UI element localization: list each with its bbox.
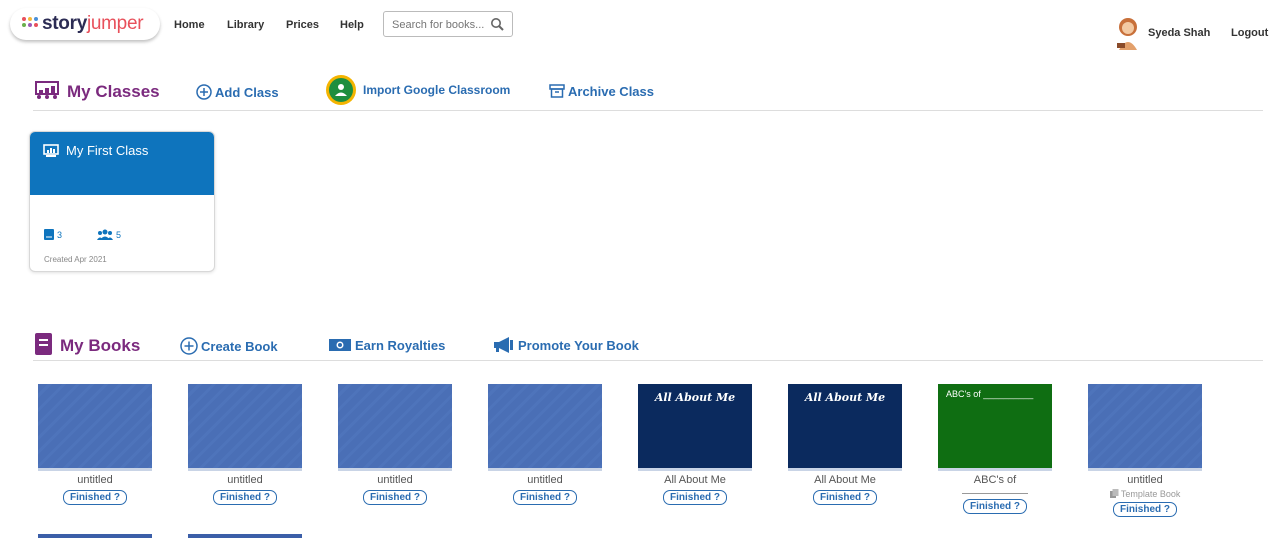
class-students-count: 5 <box>116 229 122 240</box>
class-card-header: My First Class <box>30 132 214 195</box>
template-book-label: Template Book <box>1088 489 1202 499</box>
my-classes-title: My Classes <box>67 82 160 101</box>
book-cover[interactable] <box>1088 384 1202 471</box>
archive-class-label: Archive Class <box>568 83 654 99</box>
classes-icon <box>35 81 59 99</box>
book-item: ABC's of __________ ABC's of Finished ? <box>938 384 1052 514</box>
finished-status-button[interactable]: Finished ? <box>1113 502 1177 517</box>
finished-status-button[interactable]: Finished ? <box>63 490 127 505</box>
books-divider <box>33 360 1263 361</box>
title-underline <box>962 493 1028 494</box>
add-class-button[interactable]: Add Class <box>196 84 279 100</box>
book-cover-next-row[interactable] <box>188 534 302 538</box>
class-books-stat: 3 <box>44 229 62 240</box>
book-item: untitled Finished ? <box>188 384 302 505</box>
class-created-date: Created Apr 2021 <box>44 255 107 264</box>
user-name[interactable]: Syeda Shah <box>1148 27 1210 39</box>
book-title: untitled <box>1127 474 1163 486</box>
nav-library[interactable]: Library <box>227 19 264 31</box>
book-cover[interactable]: All About Me <box>638 384 752 471</box>
cover-title: ABC's of __________ <box>946 389 1034 399</box>
book-icon <box>44 229 54 240</box>
book-cover[interactable] <box>338 384 452 471</box>
book-title: untitled <box>227 474 263 486</box>
archive-icon <box>549 84 565 98</box>
book-title: All About Me <box>664 474 726 486</box>
add-class-label: Add Class <box>215 84 279 100</box>
book-title: ABC's of <box>973 474 1017 486</box>
book-item: untitled Finished ? <box>38 384 152 505</box>
book-cover[interactable] <box>188 384 302 471</box>
book-cover[interactable]: All About Me <box>788 384 902 471</box>
storyjumper-logo[interactable]: storyjumper <box>10 8 160 40</box>
promote-book-button[interactable]: Promote Your Book <box>493 337 639 353</box>
book-cover[interactable]: ABC's of __________ <box>938 384 1052 471</box>
book-title: untitled <box>377 474 413 486</box>
create-book-button[interactable]: Create Book <box>180 337 278 355</box>
search-input[interactable] <box>390 16 489 34</box>
logout-link[interactable]: Logout <box>1231 27 1268 39</box>
google-classroom-icon <box>326 75 356 105</box>
import-google-label: Import Google Classroom <box>363 83 511 97</box>
finished-status-button[interactable]: Finished ? <box>813 490 877 505</box>
my-books-title: My Books <box>60 336 141 355</box>
class-books-count: 3 <box>57 229 63 240</box>
cover-title: All About Me <box>654 391 736 404</box>
finished-status-button[interactable]: Finished ? <box>963 499 1027 514</box>
money-icon <box>329 339 351 351</box>
class-card[interactable]: My First Class 3 5 Created Apr 2021 <box>29 131 215 272</box>
class-name: My First Class <box>66 143 149 158</box>
class-board-icon <box>43 144 59 157</box>
search-icon[interactable] <box>490 17 504 31</box>
earn-royalties-button[interactable]: Earn Royalties <box>328 337 445 353</box>
logo-text: storyjumper <box>42 13 144 34</box>
user-avatar[interactable] <box>1113 16 1143 50</box>
nav-prices[interactable]: Prices <box>286 19 319 31</box>
create-book-label: Create Book <box>201 338 278 354</box>
book-item: untitled Template Book Finished ? <box>1088 384 1202 517</box>
nav-home[interactable]: Home <box>174 19 205 31</box>
book-title: untitled <box>527 474 563 486</box>
book-item: All About Me All About Me Finished ? <box>638 384 752 505</box>
finished-status-button[interactable]: Finished ? <box>513 490 577 505</box>
promote-book-label: Promote Your Book <box>518 337 639 353</box>
import-google-classroom-button[interactable]: Import Google Classroom <box>325 74 510 106</box>
finished-status-button[interactable]: Finished ? <box>663 490 727 505</box>
archive-class-button[interactable]: Archive Class <box>549 83 654 99</box>
book-cover[interactable] <box>38 384 152 471</box>
plus-circle-icon <box>180 337 198 355</box>
book-item: All About Me All About Me Finished ? <box>788 384 902 505</box>
top-bar: storyjumper Home Library Prices Help Sye… <box>0 0 1273 56</box>
book-title: All About Me <box>814 474 876 486</box>
class-students-stat: 5 <box>97 229 121 240</box>
book-item: untitled Finished ? <box>488 384 602 505</box>
book-cover-next-row[interactable] <box>38 534 152 538</box>
logo-dots-icon <box>22 17 38 31</box>
plus-circle-icon <box>196 84 212 100</box>
classes-divider <box>33 110 1263 111</box>
finished-status-button[interactable]: Finished ? <box>363 490 427 505</box>
nav-help[interactable]: Help <box>340 19 364 31</box>
book-title: untitled <box>77 474 113 486</box>
template-book-text: Template Book <box>1120 489 1181 499</box>
megaphone-icon <box>494 337 513 353</box>
my-books-icon <box>35 333 52 355</box>
finished-status-button[interactable]: Finished ? <box>213 490 277 505</box>
students-icon <box>97 229 113 240</box>
book-cover[interactable] <box>488 384 602 471</box>
book-item: untitled Finished ? <box>338 384 452 505</box>
copy-icon <box>1109 489 1119 498</box>
earn-royalties-label: Earn Royalties <box>355 337 446 353</box>
search-box <box>383 11 513 37</box>
cover-title: All About Me <box>804 391 886 404</box>
